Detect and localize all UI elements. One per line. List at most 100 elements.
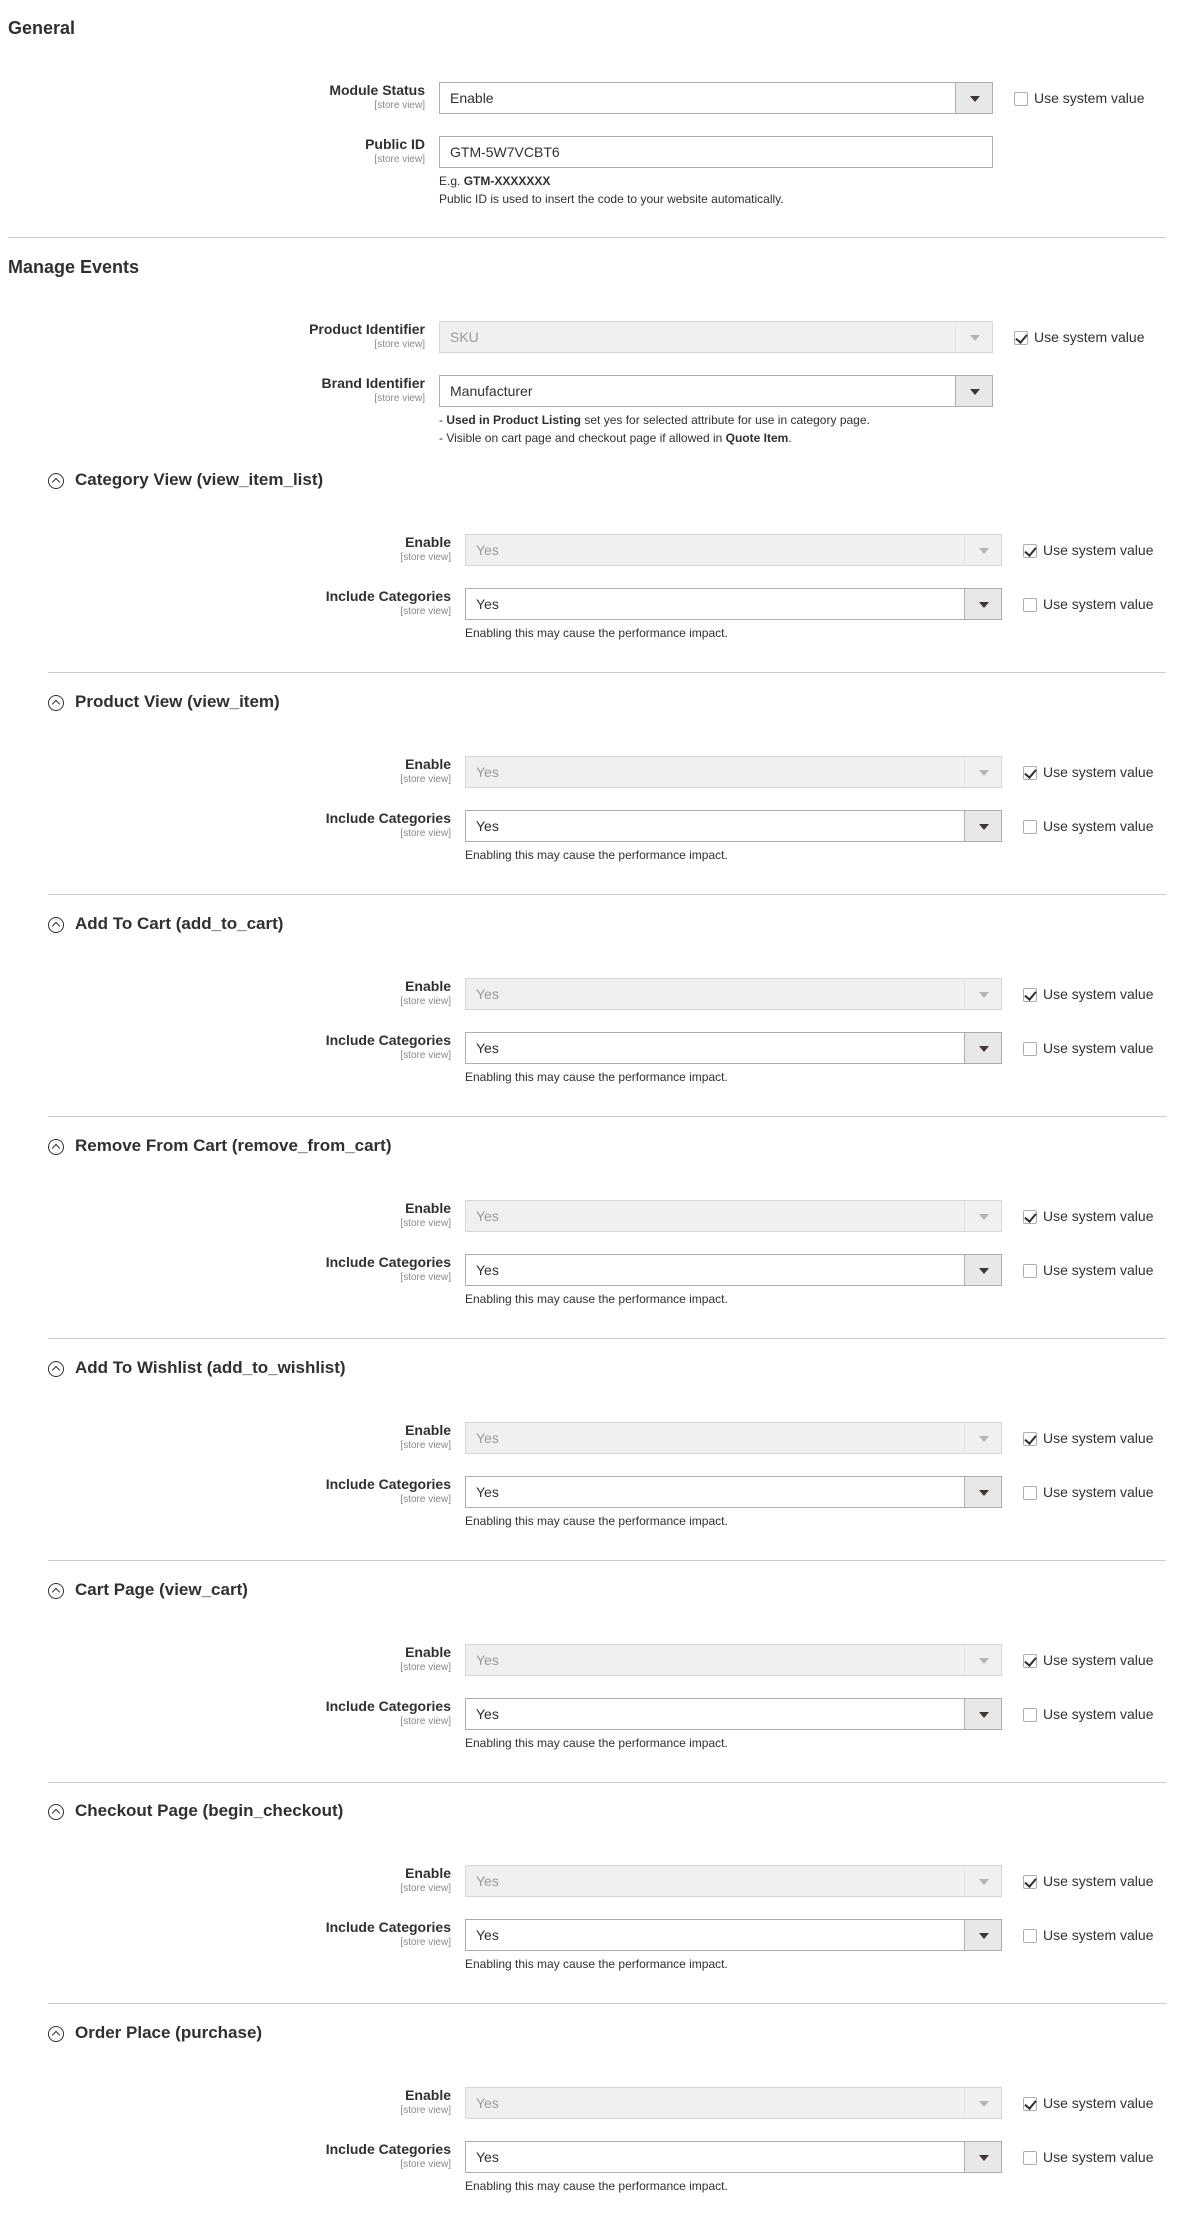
group-title-category-view[interactable]: Category View (view_item_list) — [75, 470, 323, 490]
collapse-icon[interactable] — [48, 1804, 64, 1820]
module-status-use-system-label: Use system value — [1034, 90, 1145, 106]
collapse-icon[interactable] — [48, 1139, 64, 1155]
group-title-cart-page[interactable]: Cart Page (view_cart) — [75, 1580, 248, 1600]
order-place-enable-use-system-label: Use system value — [1043, 2095, 1154, 2111]
collapse-icon[interactable] — [48, 1583, 64, 1599]
checkout-page-include-categories-dropdown-arrow[interactable] — [964, 1920, 1001, 1950]
checkout-page-include-categories-label: Include Categories — [325, 1919, 451, 1935]
add-to-wishlist-enable-use-system-checkbox[interactable] — [1023, 1432, 1037, 1446]
cart-page-enable-use-system-checkbox[interactable] — [1023, 1654, 1037, 1668]
group-title-order-place[interactable]: Order Place (purchase) — [75, 2023, 262, 2043]
remove-from-cart-include-categories-select[interactable]: Yes — [465, 1254, 1002, 1286]
remove-from-cart-include-categories-use-system-checkbox[interactable] — [1023, 1264, 1037, 1278]
group-title-add-to-cart[interactable]: Add To Cart (add_to_cart) — [75, 914, 283, 934]
remove-from-cart-enable-use-system-checkbox[interactable] — [1023, 1210, 1037, 1224]
add-to-cart-include-categories-select[interactable]: Yes — [465, 1032, 1002, 1064]
product-view-include-categories-dropdown-arrow[interactable] — [964, 811, 1001, 841]
group-title-checkout-page[interactable]: Checkout Page (begin_checkout) — [75, 1801, 343, 1821]
category-view-include-categories-dropdown-arrow[interactable] — [964, 589, 1001, 619]
category-view-enable-dropdown-arrow[interactable] — [964, 535, 1001, 565]
checkout-page-performance-note: Enabling this may cause the performance … — [465, 1957, 728, 1971]
cart-page-include-categories-select[interactable]: Yes — [465, 1698, 1002, 1730]
category-view-enable-select[interactable]: Yes — [465, 534, 1002, 566]
add-to-cart-enable-dropdown-arrow[interactable] — [964, 979, 1001, 1009]
add-to-wishlist-enable-dropdown-arrow[interactable] — [964, 1423, 1001, 1453]
order-place-include-categories-select[interactable]: Yes — [465, 2141, 1002, 2173]
cart-page-enable-use-system-label: Use system value — [1043, 1652, 1154, 1668]
cart-page-include-categories-use-system-checkbox[interactable] — [1023, 1708, 1037, 1722]
chevron-up-icon — [51, 699, 61, 709]
remove-from-cart-enable-select[interactable]: Yes — [465, 1200, 1002, 1232]
add-to-wishlist-include-categories-select[interactable]: Yes — [465, 1476, 1002, 1508]
add-to-cart-enable-use-system-checkbox[interactable] — [1023, 988, 1037, 1002]
order-place-enable-use-system-checkbox[interactable] — [1023, 2097, 1037, 2111]
remove-from-cart-include-categories-dropdown-arrow[interactable] — [964, 1255, 1001, 1285]
brand-identifier-select[interactable]: Manufacturer — [439, 375, 993, 407]
add-to-cart-enable-value: Yes — [476, 986, 499, 1002]
group-title-add-to-wishlist[interactable]: Add To Wishlist (add_to_wishlist) — [75, 1358, 346, 1378]
collapse-icon[interactable] — [48, 695, 64, 711]
category-view-enable-use-system-checkbox[interactable] — [1023, 544, 1037, 558]
group-title-remove-from-cart[interactable]: Remove From Cart (remove_from_cart) — [75, 1136, 392, 1156]
collapse-icon[interactable] — [48, 473, 64, 489]
product-view-enable-use-system-checkbox[interactable] — [1023, 766, 1037, 780]
group-divider — [48, 2003, 1166, 2004]
group-divider — [48, 1116, 1166, 1117]
module-status-dropdown-arrow[interactable] — [955, 83, 992, 113]
checkout-page-include-categories-use-system-checkbox[interactable] — [1023, 1929, 1037, 1943]
order-place-include-categories-label: Include Categories — [325, 2141, 451, 2157]
brand-identifier-dropdown-arrow[interactable] — [955, 376, 992, 406]
checkout-page-enable-use-system-checkbox[interactable] — [1023, 1875, 1037, 1889]
category-view-include-categories-select[interactable]: Yes — [465, 588, 1002, 620]
brand-note-2-suffix: . — [788, 431, 792, 445]
collapse-icon[interactable] — [48, 917, 64, 933]
remove-from-cart-enable-use-system-label: Use system value — [1043, 1208, 1154, 1224]
cart-page-enable-select[interactable]: Yes — [465, 1644, 1002, 1676]
cart-page-include-categories-use-system-label: Use system value — [1043, 1706, 1154, 1722]
chevron-down-icon — [979, 2155, 989, 2161]
add-to-wishlist-include-categories-use-system-checkbox[interactable] — [1023, 1486, 1037, 1500]
checkout-page-include-categories-select[interactable]: Yes — [465, 1919, 1002, 1951]
order-place-enable-scope: [store view] — [400, 2105, 451, 2116]
add-to-cart-include-categories-scope: [store view] — [400, 1050, 451, 1061]
add-to-cart-enable-select[interactable]: Yes — [465, 978, 1002, 1010]
collapse-icon[interactable] — [48, 2026, 64, 2042]
module-status-select[interactable]: Enable — [439, 82, 993, 114]
public-id-input[interactable]: GTM-5W7VCBT6 — [439, 136, 993, 168]
add-to-cart-include-categories-dropdown-arrow[interactable] — [964, 1033, 1001, 1063]
product-view-include-categories-select[interactable]: Yes — [465, 810, 1002, 842]
order-place-include-categories-dropdown-arrow[interactable] — [964, 2142, 1001, 2172]
checkmark-icon — [1024, 1875, 1037, 1888]
order-place-include-categories-use-system-checkbox[interactable] — [1023, 2151, 1037, 2165]
product-view-enable-dropdown-arrow[interactable] — [964, 757, 1001, 787]
order-place-enable-select[interactable]: Yes — [465, 2087, 1002, 2119]
add-to-wishlist-include-categories-use-system-label: Use system value — [1043, 1484, 1154, 1500]
category-view-include-categories-use-system-checkbox[interactable] — [1023, 598, 1037, 612]
add-to-wishlist-enable-select[interactable]: Yes — [465, 1422, 1002, 1454]
chevron-down-icon — [979, 770, 989, 776]
remove-from-cart-performance-note: Enabling this may cause the performance … — [465, 1292, 728, 1306]
checkout-page-enable-select[interactable]: Yes — [465, 1865, 1002, 1897]
section-title-general: General — [8, 18, 76, 38]
cart-page-enable-dropdown-arrow[interactable] — [964, 1645, 1001, 1675]
product-view-enable-select[interactable]: Yes — [465, 756, 1002, 788]
group-title-product-view[interactable]: Product View (view_item) — [75, 692, 280, 712]
product-identifier-dropdown-arrow[interactable] — [955, 322, 992, 352]
checkout-page-enable-value: Yes — [476, 1873, 499, 1889]
category-view-performance-note: Enabling this may cause the performance … — [465, 626, 728, 640]
order-place-enable-value: Yes — [476, 2095, 499, 2111]
checkout-page-enable-dropdown-arrow[interactable] — [964, 1866, 1001, 1896]
order-place-enable-dropdown-arrow[interactable] — [964, 2088, 1001, 2118]
product-identifier-select[interactable]: SKU — [439, 321, 993, 353]
add-to-cart-include-categories-use-system-checkbox[interactable] — [1023, 1042, 1037, 1056]
category-view-enable-scope: [store view] — [400, 552, 451, 563]
add-to-wishlist-include-categories-dropdown-arrow[interactable] — [964, 1477, 1001, 1507]
module-status-use-system-checkbox[interactable] — [1014, 92, 1028, 106]
product-view-include-categories-use-system-checkbox[interactable] — [1023, 820, 1037, 834]
collapse-icon[interactable] — [48, 1361, 64, 1377]
remove-from-cart-enable-dropdown-arrow[interactable] — [964, 1201, 1001, 1231]
cart-page-include-categories-dropdown-arrow[interactable] — [964, 1699, 1001, 1729]
group-divider — [48, 1338, 1166, 1339]
product-identifier-use-system-checkbox[interactable] — [1014, 331, 1028, 345]
module-status-label: Module Status — [329, 82, 425, 98]
